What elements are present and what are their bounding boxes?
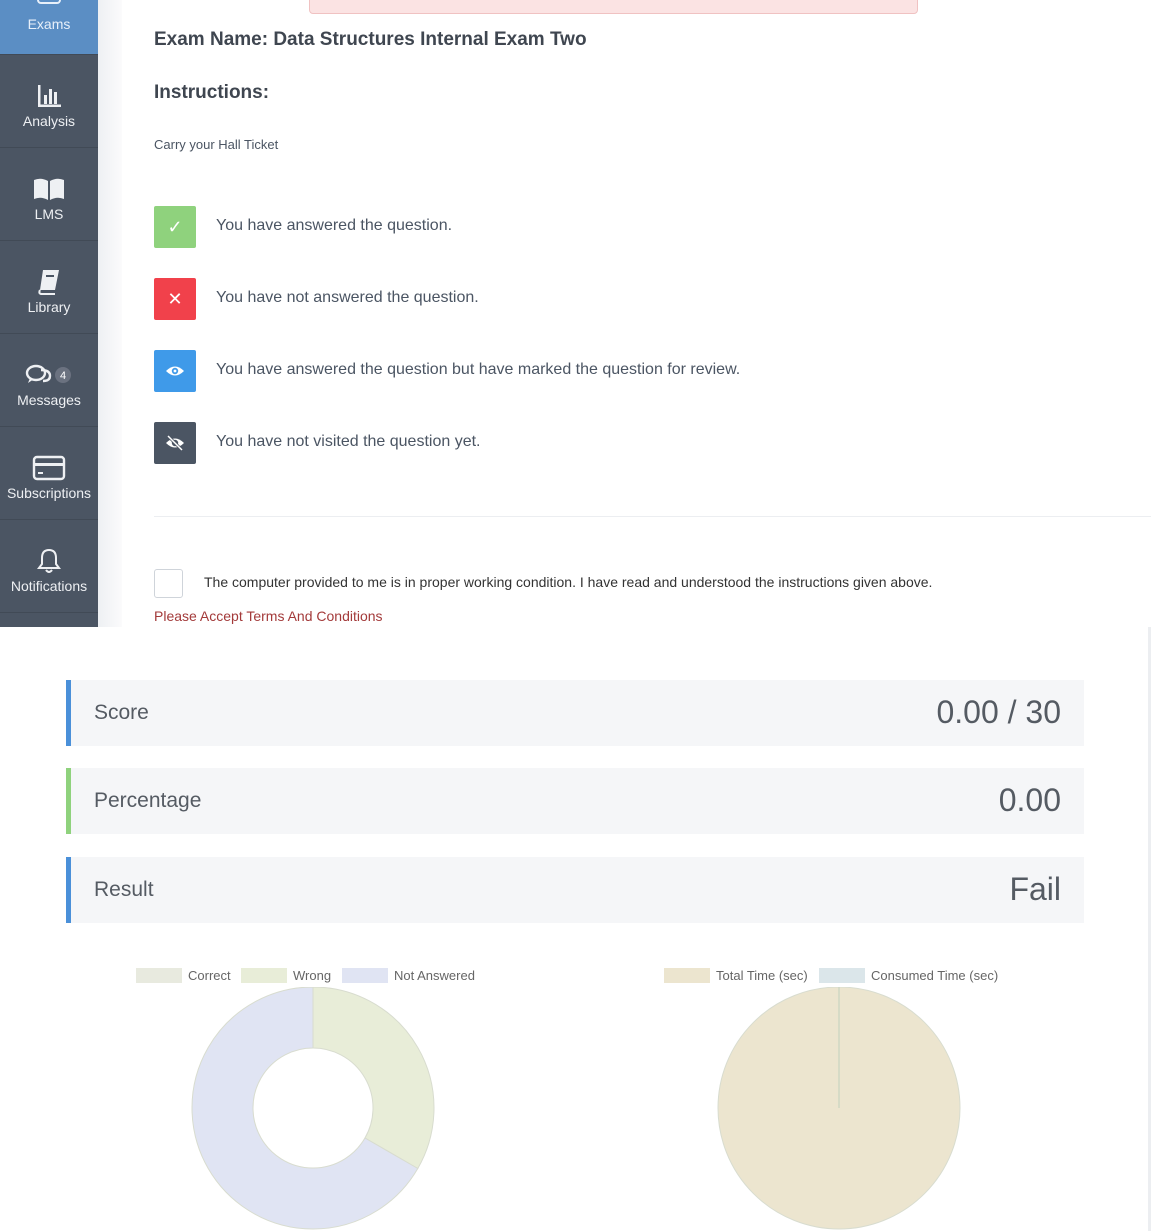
legend-text: You have answered the question. [216,217,453,234]
check-icon: ✓ [154,206,196,248]
bar-chart-icon [0,81,98,111]
exam-result-panel: Score 0.00 / 30 Percentage 0.00 Result F… [0,627,1151,1231]
terms-checkbox[interactable] [154,569,183,598]
result-card: Result Fail [66,857,1084,923]
answers-doughnut-chart [191,987,435,1230]
sidebar-item-messages[interactable]: 4 Messages [0,334,98,427]
sidebar-item-label: LMS [34,206,64,222]
sidebar-nav: Exams Analysis LMS Library 4 Messages Su… [0,0,98,627]
legend-swatch [136,968,182,983]
sidebar-item-label: Notifications [10,578,88,594]
score-value: 0.00 / 30 [936,694,1061,730]
legend-swatch [241,968,287,983]
answers-chart-legend: Correct Wrong Not Answered [136,967,496,985]
legend-label: Not Answered [394,968,475,983]
bell-icon [0,546,98,576]
sidebar-item-analysis[interactable]: Analysis [0,55,98,148]
legend-not-answered: ✕ You have not answered the question. [154,278,1054,320]
sidebar-item-label: Exams [27,16,71,32]
check-glyph: ✓ [167,216,183,237]
percentage-label: Percentage [94,789,202,812]
legend-not-visited: You have not visited the question yet. [154,422,1054,464]
result-value: Fail [1009,871,1061,907]
chat-bubbles-icon: 4 [0,360,98,390]
sidebar-item-label: Messages [17,392,81,408]
sidebar-item-subscriptions[interactable]: Subscriptions [0,427,98,520]
legend-label: Correct [188,968,231,983]
sidebar-item-exams[interactable]: Exams [0,0,98,55]
percentage-value: 0.00 [998,782,1061,818]
open-book-icon [0,174,98,204]
sidebar-item-label: Library [27,299,71,315]
score-card: Score 0.00 / 30 [66,680,1084,746]
sidebar-item-label: Subscriptions [6,485,92,501]
exam-instructions-panel: Exams Analysis LMS Library 4 Messages Su… [0,0,1151,627]
sidebar-item-label: Analysis [22,113,76,129]
score-label: Score [94,701,149,724]
instructions-heading: Instructions: [154,82,270,103]
legend-answered: ✓ You have answered the question. [154,206,1054,248]
legend-label: Total Time (sec) [716,968,808,983]
legend-swatch [664,968,710,983]
legend-label: Consumed Time (sec) [871,968,999,983]
eye-icon [154,350,196,392]
divider [154,516,1151,517]
messages-badge: 4 [60,370,66,382]
eye-slash-icon [154,422,196,464]
sidebar-shadow [98,0,122,627]
legend-label: Wrong [293,968,332,983]
legend-swatch [819,968,865,983]
sidebar-item-library[interactable]: Library [0,241,98,334]
instruction-text: Carry your Hall Ticket [154,137,279,152]
legend-text: You have not visited the question yet. [216,433,481,450]
sidebar-item-notifications[interactable]: Notifications [0,520,98,613]
legend-text: You have not answered the question. [216,289,479,306]
time-chart-legend: Total Time (sec) Consumed Time (sec) [664,967,1024,985]
sidebar-item-lms[interactable]: LMS [0,148,98,241]
legend-text: You have answered the question but have … [216,361,741,378]
credit-card-icon [0,453,98,483]
exams-icon [0,0,98,10]
close-icon: ✕ [154,278,196,320]
book-icon [0,267,98,297]
exam-name: Exam Name: Data Structures Internal Exam… [154,29,587,50]
legend-marked-review: You have answered the question but have … [154,350,1054,392]
alert-bar [309,0,918,14]
close-glyph: ✕ [167,288,183,309]
terms-checkbox-label[interactable]: The computer provided to me is in proper… [204,574,932,590]
time-pie-chart [717,987,961,1230]
legend-swatch [342,968,388,983]
percentage-card: Percentage 0.00 [66,768,1084,834]
result-label: Result [94,878,154,901]
terms-error-message: Please Accept Terms And Conditions [154,608,383,624]
answers-slice-wrong[interactable] [312,987,435,1170]
